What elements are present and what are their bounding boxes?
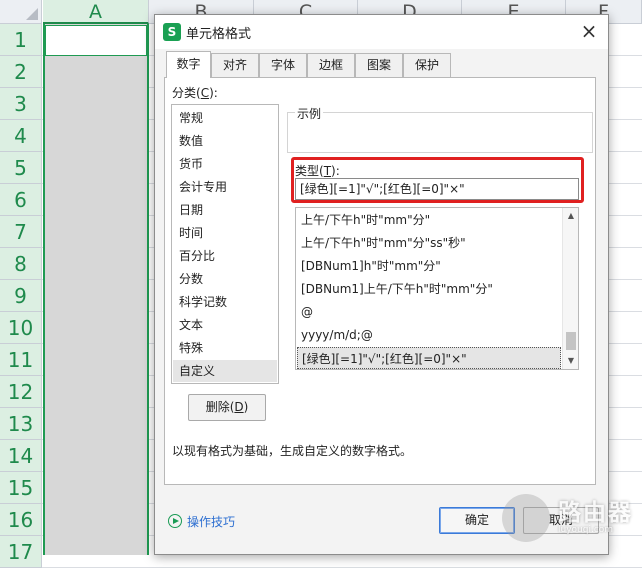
row-header[interactable]: 13 — [0, 408, 42, 440]
category-percentage[interactable]: 百分比 — [173, 245, 277, 267]
type-input[interactable]: [绿色][=1]"√";[红色][=0]"×" — [295, 178, 579, 200]
tab-protection[interactable]: 保护 — [403, 53, 451, 77]
sample-label: 示例 — [295, 105, 324, 122]
category-text[interactable]: 文本 — [173, 314, 277, 336]
row-header[interactable]: 10 — [0, 312, 42, 344]
format-item[interactable]: yyyy/m/d;@ — [297, 324, 561, 346]
active-cell-a1[interactable] — [45, 25, 147, 56]
format-cells-dialog: S 单元格格式 × 数字 对齐 字体 边框 图案 保护 分类(C): 常规 数值… — [154, 14, 609, 555]
row-header[interactable]: 3 — [0, 88, 42, 120]
format-item[interactable]: @ — [297, 301, 561, 323]
category-custom[interactable]: 自定义 — [173, 360, 277, 382]
tab-pattern[interactable]: 图案 — [355, 53, 403, 77]
format-item[interactable]: [DBNum1]h"时"mm"分" — [297, 255, 561, 277]
format-item[interactable]: [DBNum1]上午/下午h"时"mm"分" — [297, 278, 561, 300]
watermark-url: luyouqi.com — [558, 525, 614, 535]
watermark: 路由器 luyouqi.com — [500, 488, 642, 555]
category-accounting[interactable]: 会计专用 — [173, 176, 277, 198]
category-time[interactable]: 时间 — [173, 222, 277, 244]
format-item[interactable]: 上午/下午h"时"mm"分" — [297, 209, 561, 231]
row-header[interactable]: 17 — [0, 536, 42, 568]
category-fraction[interactable]: 分数 — [173, 268, 277, 290]
row-header[interactable]: 15 — [0, 472, 42, 504]
category-date[interactable]: 日期 — [173, 199, 277, 221]
delete-button[interactable]: 删除(D) — [188, 394, 266, 421]
type-label: 类型(T): — [295, 164, 340, 178]
category-list[interactable]: 常规 数值 货币 会计专用 日期 时间 百分比 分数 科学记数 文本 特殊 自定… — [171, 104, 279, 384]
format-item-selected[interactable]: [绿色][=1]"√";[红色][=0]"×" — [297, 347, 561, 369]
row-header[interactable]: 14 — [0, 440, 42, 472]
sample-group — [287, 112, 593, 153]
watermark-text: 路由器 — [558, 500, 633, 526]
format-item[interactable]: 上午/下午h"时"mm"分"ss"秒" — [297, 232, 561, 254]
selected-column-a[interactable] — [43, 24, 149, 555]
category-label: 分类(C): — [172, 86, 218, 100]
category-general[interactable]: 常规 — [173, 107, 277, 129]
tab-border[interactable]: 边框 — [307, 53, 355, 77]
close-icon[interactable]: × — [578, 21, 600, 43]
select-all-corner[interactable] — [0, 0, 42, 24]
tab-number[interactable]: 数字 — [166, 51, 211, 78]
row-header[interactable]: 1 — [0, 24, 42, 56]
scroll-up-icon[interactable]: ▲ — [563, 208, 578, 224]
row-header[interactable]: 6 — [0, 184, 42, 216]
category-scientific[interactable]: 科学记数 — [173, 291, 277, 313]
row-header[interactable]: 11 — [0, 344, 42, 376]
scroll-down-icon[interactable]: ▼ — [563, 353, 578, 369]
router-logo-icon — [502, 494, 550, 542]
tab-alignment[interactable]: 对齐 — [211, 53, 259, 77]
dialog-titlebar[interactable]: S 单元格格式 × — [155, 15, 608, 49]
scroll-thumb[interactable] — [566, 332, 576, 350]
row-header[interactable]: 8 — [0, 248, 42, 280]
row-header[interactable]: 7 — [0, 216, 42, 248]
dialog-title: 单元格格式 — [186, 27, 252, 42]
wps-app-icon: S — [163, 23, 181, 41]
category-special[interactable]: 特殊 — [173, 337, 277, 359]
tips-link[interactable]: 操作技巧 — [187, 513, 235, 530]
row-header[interactable]: 2 — [0, 56, 42, 88]
column-header-a[interactable]: A — [43, 0, 149, 24]
row-header[interactable]: 4 — [0, 120, 42, 152]
row-header[interactable]: 9 — [0, 280, 42, 312]
custom-format-description: 以现有格式为基础，生成自定义的数字格式。 — [172, 444, 413, 458]
format-list-scrollbar[interactable]: ▲ ▼ — [562, 208, 578, 369]
category-currency[interactable]: 货币 — [173, 153, 277, 175]
category-number[interactable]: 数值 — [173, 130, 277, 152]
format-code-list[interactable]: 上午/下午h"时"mm"分" 上午/下午h"时"mm"分"ss"秒" [DBNu… — [295, 207, 579, 370]
tab-font[interactable]: 字体 — [259, 53, 307, 77]
row-header[interactable]: 12 — [0, 376, 42, 408]
play-circle-icon[interactable] — [168, 514, 182, 528]
row-header[interactable]: 5 — [0, 152, 42, 184]
row-header[interactable]: 16 — [0, 504, 42, 536]
